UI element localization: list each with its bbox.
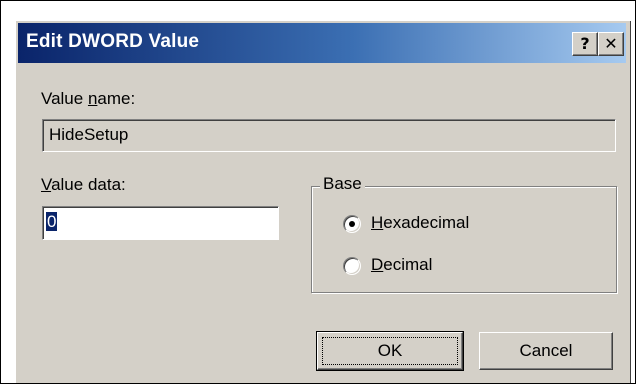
base-groupbox [311,186,617,293]
radio-decimal-label[interactable]: Decimal [371,255,432,275]
radio-hexadecimal-label[interactable]: Hexadecimal [371,213,469,233]
radio-hexadecimal-accelerator: H [371,213,384,232]
value-data-label-rest: alue data: [51,175,126,194]
value-data-text: 0 [46,212,58,231]
cancel-button[interactable]: Cancel [479,332,613,370]
radio-decimal-label-rest: ecimal [383,255,433,274]
radio-decimal-accelerator: D [371,255,384,274]
value-data-label: Value data: [41,175,126,195]
focus-rectangle [322,337,458,365]
close-button[interactable]: ✕ [598,32,624,56]
base-group-title: Base [320,174,365,194]
title-bar[interactable]: Edit DWORD Value ? ✕ [18,23,626,63]
edit-dword-dialog: Edit DWORD Value ? ✕ Value name: HideSet… [15,20,631,383]
radio-selected-dot [349,221,355,227]
radio-hexadecimal-label-rest: exadecimal [383,213,470,232]
value-data-input[interactable]: 0 [42,206,279,240]
screenshot-frame: Edit DWORD Value ? ✕ Value name: HideSet… [0,0,636,384]
ok-button[interactable]: OK [316,331,464,371]
value-name-label-prefix: Value [41,89,88,108]
radio-hexadecimal-button[interactable] [343,215,361,233]
value-name-field: HideSetup [42,119,616,152]
value-name-label-accelerator: n [87,89,98,108]
help-button[interactable]: ? [572,32,598,56]
radio-decimal-button[interactable] [343,257,361,275]
close-icon: ✕ [604,34,618,53]
dialog-title: Edit DWORD Value [26,31,200,52]
value-data-label-accelerator: V [41,175,52,194]
value-name-label-rest: ame: [97,89,136,108]
value-name-label: Value name: [41,89,135,109]
